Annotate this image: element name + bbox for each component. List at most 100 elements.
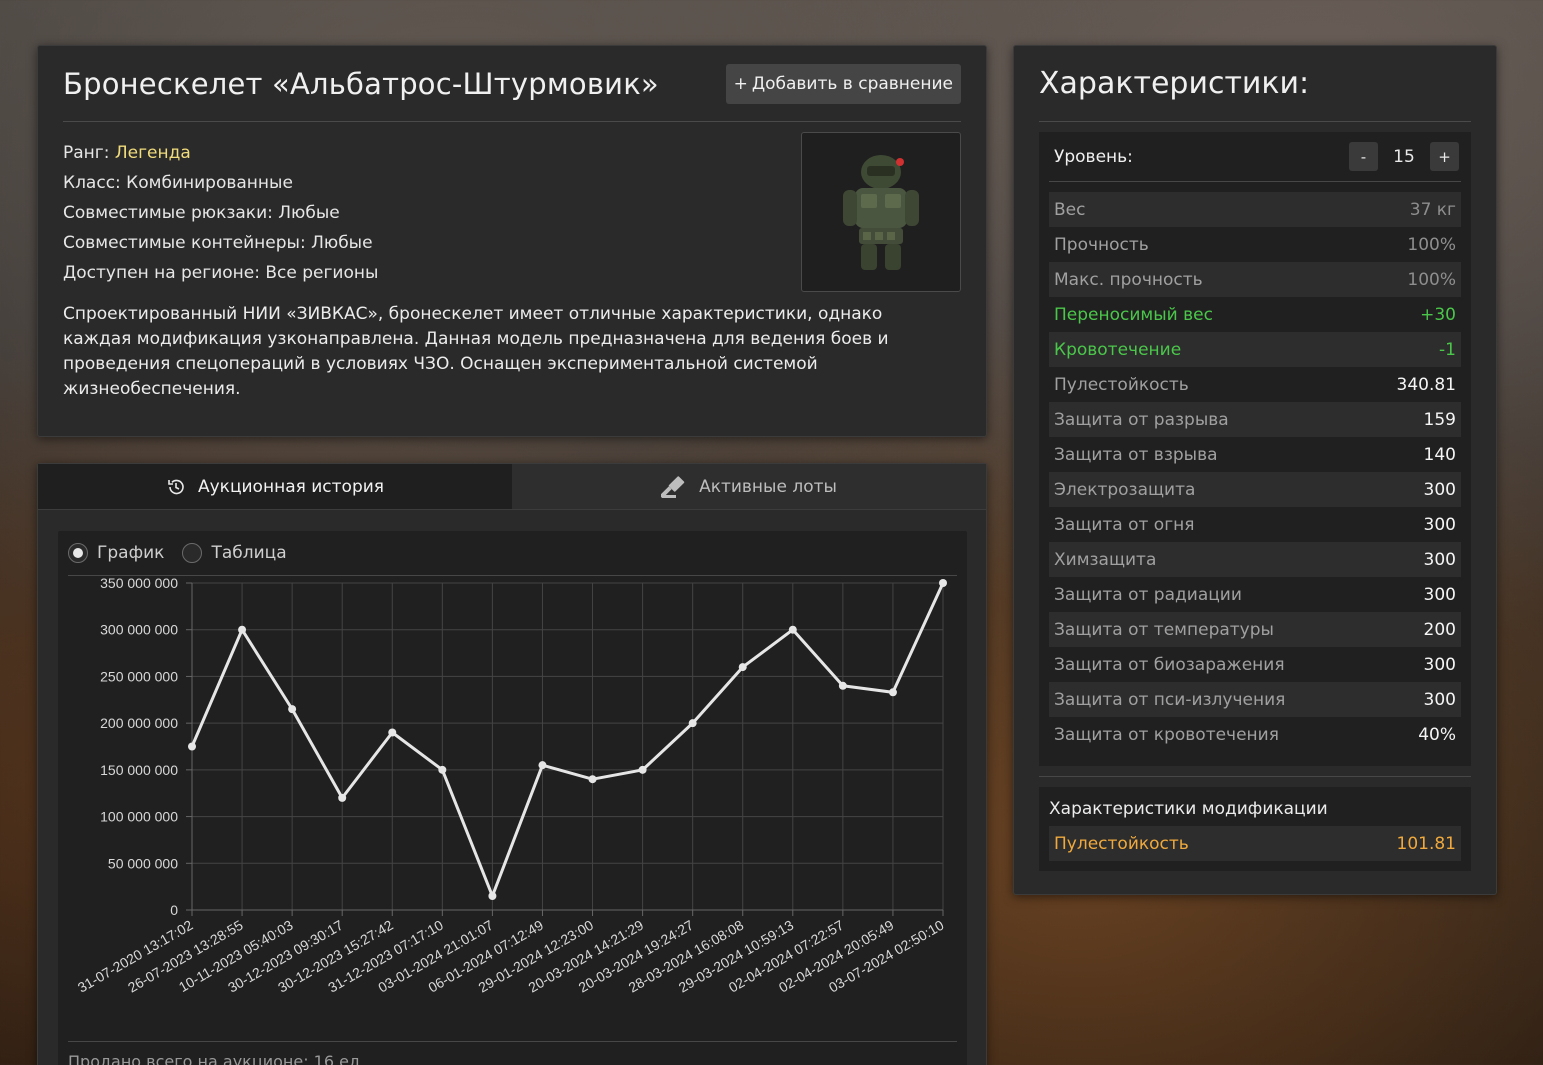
- stat-value: 37 кг: [1409, 199, 1456, 220]
- mod-divider: [1039, 776, 1471, 777]
- exoskeleton-armor-image: [801, 132, 961, 292]
- level-increase-button[interactable]: +: [1430, 142, 1459, 171]
- y-tick-label: 300 000 000: [100, 622, 178, 638]
- stat-value: +30: [1420, 304, 1456, 325]
- stat-row: Защита от разрыва 159: [1049, 402, 1461, 437]
- item-description: Спроектированный НИИ «ЗИВКАС», бронескел…: [63, 304, 889, 399]
- level-value: 15: [1393, 146, 1415, 167]
- view-option-table-label: Таблица: [211, 543, 287, 563]
- item-body: Ранг: Легенда Класс: Комбинированные Сов…: [63, 122, 961, 302]
- stat-row: Прочность 100%: [1049, 227, 1461, 262]
- price-data-point: [738, 663, 747, 672]
- view-toggle: График Таблица: [68, 531, 957, 576]
- price-data-point: [338, 793, 347, 802]
- stat-name: Вес: [1054, 199, 1086, 220]
- stat-value: 140: [1423, 444, 1456, 465]
- tab-auction-history[interactable]: Аукционная история: [38, 464, 512, 509]
- item-header: Бронескелет «Альбатрос-Штурмовик» + Доба…: [63, 46, 961, 122]
- price-data-point: [838, 681, 847, 690]
- mod-stats-box: Характеристики модификации Пулестойкость…: [1039, 787, 1471, 871]
- stat-value: 300: [1423, 479, 1456, 500]
- stat-name: Защита от радиации: [1054, 584, 1242, 605]
- stat-value: 100%: [1407, 234, 1456, 255]
- stat-row: Защита от взрыва 140: [1049, 437, 1461, 472]
- price-data-point: [939, 579, 947, 587]
- price-chart-container: График Таблица 0 50 000 000 100 000 000 150…: [58, 531, 967, 1065]
- stat-name: Защита от взрыва: [1054, 444, 1218, 465]
- stat-name: Кровотечение: [1054, 339, 1182, 360]
- stat-row: Макс. прочность 100%: [1049, 262, 1461, 297]
- mod-stats-title: Характеристики модификации: [1049, 799, 1328, 819]
- y-tick-label: 200 000 000: [100, 715, 178, 731]
- stat-name: Защита от температуры: [1054, 619, 1274, 640]
- armor-illustration: [843, 154, 919, 270]
- price-data-point: [238, 625, 247, 634]
- item-panel: Бронескелет «Альбатрос-Штурмовик» + Доба…: [37, 45, 987, 437]
- level-stepper: - 15 +: [1349, 142, 1459, 171]
- y-tick-label: 100 000 000: [100, 809, 178, 825]
- stat-row: Химзащита 300: [1049, 542, 1461, 577]
- stats-box: Уровень: - 15 + Вес 37 кг Прочность 100% Мак…: [1039, 132, 1471, 766]
- radio-chart-indicator[interactable]: [68, 543, 88, 563]
- price-data-point: [538, 761, 547, 770]
- item-title: Бронескелет «Альбатрос-Штурмовик»: [63, 66, 659, 101]
- price-line-chart: 0 50 000 000 100 000 000 150 000 000 200 000…: [75, 577, 947, 996]
- stat-name: Переносимый вес: [1054, 304, 1213, 325]
- price-data-point: [688, 719, 697, 728]
- stat-value: 300: [1423, 514, 1456, 535]
- stat-name: Макс. прочность: [1054, 269, 1203, 290]
- price-data-point: [888, 688, 897, 697]
- stat-name: Химзащита: [1054, 549, 1157, 570]
- tab-active-lots[interactable]: Активные лоты: [512, 464, 986, 509]
- stat-value: 340.81: [1396, 374, 1456, 395]
- add-to-compare-button[interactable]: + Добавить в сравнение: [725, 63, 961, 104]
- price-data-point: [438, 765, 447, 774]
- stat-value: 159: [1423, 409, 1456, 430]
- view-option-chart[interactable]: График: [68, 543, 164, 563]
- radio-selected-dot: [73, 548, 83, 558]
- y-tick-label: 250 000 000: [100, 668, 178, 684]
- level-decrease-button[interactable]: -: [1349, 142, 1378, 171]
- stat-row: Кровотечение -1: [1049, 332, 1461, 367]
- stat-value: 200: [1423, 619, 1456, 640]
- stat-row: Электрозащита 300: [1049, 472, 1461, 507]
- stat-name: Защита от кровотечения: [1054, 724, 1279, 745]
- stat-name: Защита от разрыва: [1054, 409, 1229, 430]
- tab-auction-history-label: Аукционная история: [197, 476, 385, 497]
- stat-row: Защита от радиации 300: [1049, 577, 1461, 612]
- stat-row: Защита от огня 300: [1049, 507, 1461, 542]
- level-row: Уровень: - 15 +: [1049, 132, 1461, 182]
- stat-value: 300: [1423, 549, 1456, 570]
- price-data-point: [188, 742, 196, 751]
- radio-table-indicator[interactable]: [182, 543, 203, 563]
- stat-name: Прочность: [1054, 234, 1149, 255]
- stat-row: Вес 37 кг: [1049, 192, 1461, 227]
- stat-row: Защита от кровотечения 40%: [1049, 717, 1461, 752]
- stat-value: 40%: [1418, 724, 1456, 745]
- view-option-table[interactable]: Таблица: [182, 543, 287, 563]
- stat-name: Электрозащита: [1054, 479, 1196, 500]
- rank-value: Легенда: [114, 143, 191, 163]
- tab-active-lots-label: Активные лоты: [699, 476, 837, 497]
- price-data-point: [638, 765, 647, 774]
- stat-value: 100%: [1407, 269, 1456, 290]
- stat-name: Защита от биозаражения: [1054, 654, 1285, 675]
- mod-stat-name: Пулестойкость: [1054, 833, 1189, 854]
- mod-stat-row: Пулестойкость 101.81: [1049, 826, 1461, 861]
- stat-row: Пулестойкость 340.81: [1049, 367, 1461, 402]
- price-data-point: [788, 625, 797, 634]
- stat-name: Защита от огня: [1054, 514, 1195, 535]
- y-tick-label: 150 000 000: [100, 762, 178, 778]
- add-to-compare-label: Добавить в сравнение: [751, 73, 953, 94]
- sold-total: Продано всего на аукционе: 16 ед.: [68, 1041, 957, 1065]
- plus-icon: +: [733, 73, 748, 94]
- view-option-chart-label: График: [97, 543, 165, 563]
- stat-row: Защита от биозаражения 300: [1049, 647, 1461, 682]
- gavel-icon: [661, 475, 685, 498]
- history-tabs: Аукционная история Активные лоты: [38, 464, 986, 510]
- stat-row: Переносимый вес +30: [1049, 297, 1461, 332]
- auction-history-panel: Аукционная история Активные лоты График …: [37, 463, 987, 1065]
- stat-list: Вес 37 кг Прочность 100% Макс. прочность 100%…: [1049, 192, 1461, 752]
- stat-value: 300: [1423, 584, 1456, 605]
- y-tick-label: 350 000 000: [100, 577, 178, 591]
